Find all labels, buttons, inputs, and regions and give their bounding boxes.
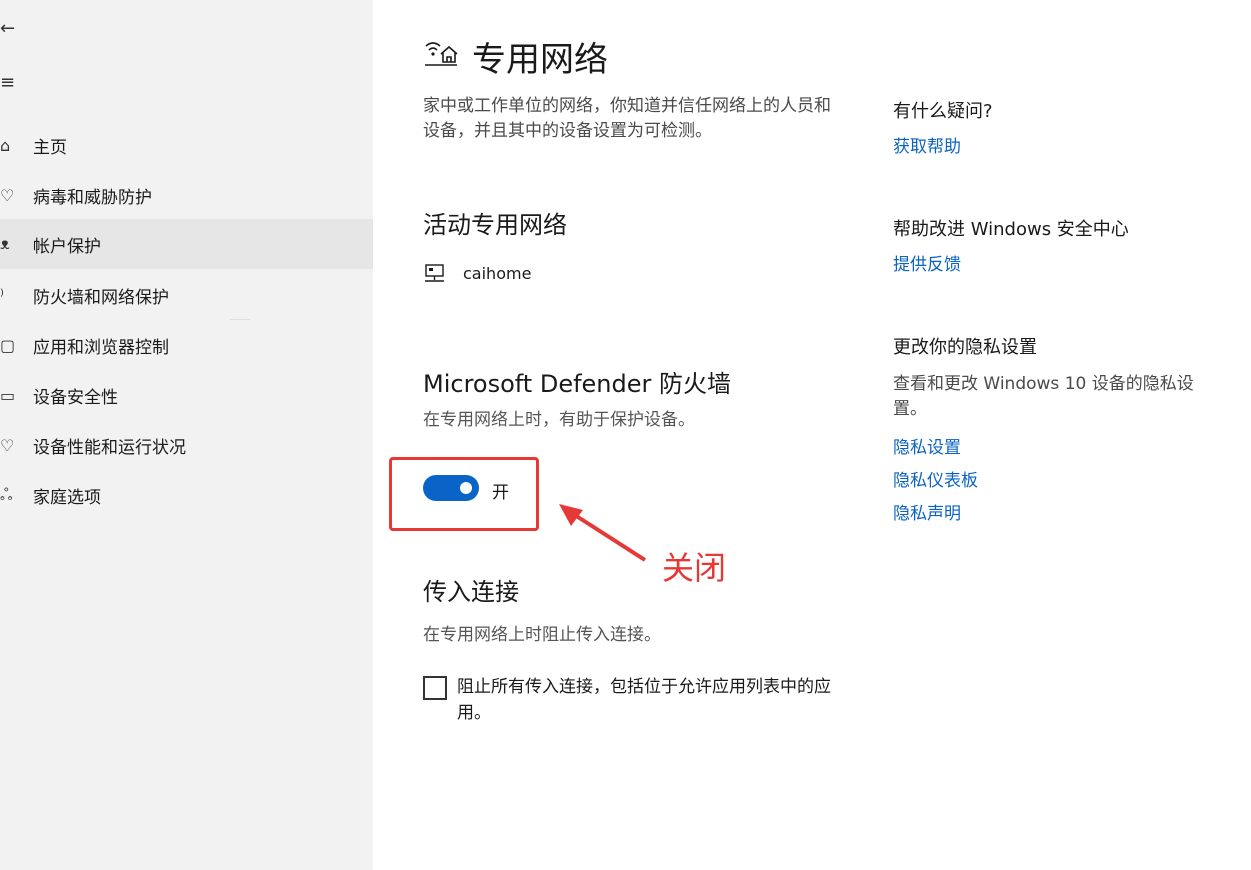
sidebar-item-label: 设备安全性 [33,387,118,408]
firewall-description: 在专用网络上时，有助于保护设备。 [423,410,695,430]
private-network-icon [425,42,458,66]
sidebar-item-account-protection[interactable]: ᴥ 帐户保护 [0,219,373,269]
sidebar-item-label: 帐户保护 [33,236,101,257]
sidebar-item-label: 设备性能和运行状况 [33,437,186,458]
block-incoming-label[interactable]: 阻止所有传入连接，包括位于允许应用列表中的应用。 [457,674,847,726]
privacy-statement-link[interactable]: 隐私声明 [893,499,961,524]
sidebar-item-device-security[interactable]: ▭ 设备安全性 [0,370,373,420]
person-icon: ᴥ [0,234,10,253]
active-networks-heading: 活动专用网络 [423,211,567,239]
home-icon: ⌂ [0,135,11,155]
sidebar-item-label: 病毒和威胁防护 [33,187,152,208]
sidebar-item-label: 防火墙和网络保护 [33,287,169,308]
sidebar-item-home[interactable]: ⌂ 主页 [0,120,373,170]
questions-heading: 有什么疑问? [893,101,993,122]
incoming-connections-description: 在专用网络上时阻止传入连接。 [423,625,661,645]
block-incoming-checkbox[interactable] [423,676,447,700]
network-computer-icon [425,264,444,282]
sidebar-item-virus-protection[interactable]: ♡ 病毒和威胁防护 [0,170,373,220]
shield-icon: ♡ [0,185,14,205]
get-help-link[interactable]: 获取帮助 [893,132,961,157]
firewall-toggle[interactable] [423,475,479,501]
wifi-icon: ⁾ [0,285,4,305]
sidebar-item-label: 家庭选项 [33,487,101,508]
active-network: caihome [423,262,531,284]
sidebar-item-family-options[interactable]: ஃ 家庭选项 [0,470,373,520]
sidebar-item-firewall[interactable]: ⁾ 防火墙和网络保护 [0,270,373,320]
toggle-knob [460,482,472,494]
laptop-icon: ▭ [0,385,14,405]
page-title: 专用网络 [472,40,608,80]
page-description: 家中或工作单位的网络，你知道并信任网络上的人员和设备，并且其中的设备设置为可检测… [423,96,831,141]
improve-heading: 帮助改进 Windows 安全中心 [893,219,1129,240]
privacy-settings-link[interactable]: 隐私设置 [893,433,961,458]
network-name: caihome [463,263,532,283]
firewall-toggle-label: 开 [492,483,509,503]
sidebar-item-label: 主页 [33,137,67,158]
privacy-dashboard-link[interactable]: 隐私仪表板 [893,466,978,491]
sidebar-item-app-browser-control[interactable]: ▢ 应用和浏览器控制 [0,320,373,370]
hamburger-menu-icon[interactable]: ≡ [0,72,15,93]
sidebar-item-device-performance[interactable]: ♡ 设备性能和运行状况 [0,420,373,470]
privacy-heading: 更改你的隐私设置 [893,337,1037,358]
annotation-label: 关闭 [662,549,727,587]
heart-icon: ♡ [0,435,14,455]
feedback-link[interactable]: 提供反馈 [893,250,961,275]
incoming-connections-heading: 传入连接 [423,578,519,606]
sidebar-item-label: 应用和浏览器控制 [33,337,169,358]
back-arrow-icon[interactable]: ← [0,18,15,39]
privacy-text: 查看和更改 Windows 10 设备的隐私设置。 [893,374,1194,419]
app-window-icon: ▢ [0,335,14,355]
annotation-arrow-icon [559,504,647,562]
sidebar: ← ≡ ⌂ 主页 ♡ 病毒和威胁防护 ᴥ 帐户保护 ⁾ 防火墙和网络保护 ▢ 应… [0,0,373,870]
family-icon: ஃ [0,484,13,504]
firewall-heading: Microsoft Defender 防火墙 [423,370,732,398]
